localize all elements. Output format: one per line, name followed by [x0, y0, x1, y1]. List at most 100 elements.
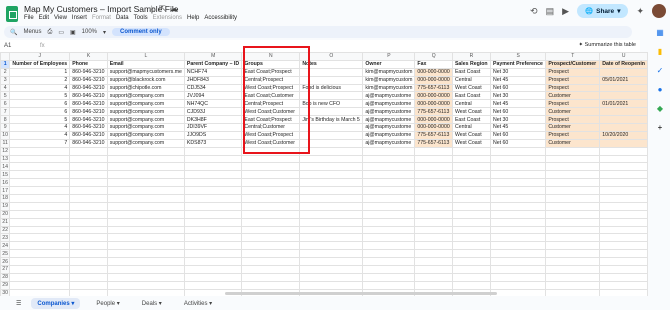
- all-sheets-icon[interactable]: ☰: [16, 300, 21, 307]
- data-cell[interactable]: aj@mapmycustome: [362, 107, 416, 117]
- data-cell[interactable]: support@company.com: [106, 115, 185, 125]
- header-cell[interactable]: Date of Reopenin: [599, 59, 648, 69]
- empty-cell[interactable]: [183, 178, 243, 188]
- data-cell[interactable]: aj@mapmycustome: [362, 99, 416, 109]
- empty-cell[interactable]: [451, 257, 492, 267]
- header-cell[interactable]: Phone: [69, 59, 108, 69]
- row-header[interactable]: 14: [0, 162, 11, 172]
- data-cell[interactable]: 4: [9, 130, 71, 140]
- empty-cell[interactable]: [241, 194, 301, 203]
- calendar-icon[interactable]: ▦: [656, 28, 664, 37]
- header-cell[interactable]: Prospect/Customer: [545, 59, 601, 69]
- data-cell[interactable]: Prospect: [545, 115, 601, 125]
- empty-cell[interactable]: [9, 225, 71, 235]
- empty-cell[interactable]: [545, 146, 601, 156]
- empty-cell[interactable]: [545, 217, 601, 227]
- empty-cell[interactable]: [414, 209, 453, 219]
- data-cell[interactable]: 000-000-0000: [414, 67, 453, 77]
- data-cell[interactable]: 000-000-0000: [414, 91, 453, 101]
- empty-cell[interactable]: [69, 272, 108, 282]
- empty-cell[interactable]: [241, 249, 301, 259]
- empty-cell[interactable]: [599, 209, 648, 219]
- data-cell[interactable]: 860-946-3210: [69, 67, 108, 77]
- grid-table[interactable]: J K L M N O P Q R S T U 1 Number of Employees Phone Ema…: [0, 52, 648, 296]
- empty-cell[interactable]: [183, 170, 243, 180]
- empty-cell[interactable]: [362, 209, 416, 219]
- empty-cell[interactable]: [9, 241, 71, 251]
- data-cell[interactable]: West Coast: [451, 107, 492, 117]
- empty-cell[interactable]: [69, 170, 108, 180]
- data-cell[interactable]: Net 60: [490, 83, 547, 93]
- meet-icon[interactable]: ▶: [562, 6, 569, 17]
- empty-cell[interactable]: [299, 162, 364, 172]
- empty-cell[interactable]: [490, 178, 547, 188]
- row-header[interactable]: 23: [0, 233, 11, 243]
- data-cell[interactable]: support@mapmycustomers.me: [106, 67, 185, 77]
- data-cell[interactable]: [599, 91, 648, 101]
- row-header[interactable]: 16: [0, 178, 11, 188]
- data-cell[interactable]: Customer: [545, 138, 601, 148]
- empty-cell[interactable]: [545, 288, 601, 296]
- empty-cell[interactable]: [9, 217, 71, 227]
- data-cell[interactable]: KDS873: [183, 138, 243, 148]
- empty-cell[interactable]: [9, 280, 71, 290]
- empty-cell[interactable]: [545, 194, 601, 203]
- empty-cell[interactable]: [599, 249, 648, 259]
- empty-cell[interactable]: [545, 249, 601, 259]
- empty-cell[interactable]: [362, 201, 416, 211]
- row-header[interactable]: 12: [0, 146, 11, 156]
- empty-cell[interactable]: [106, 201, 185, 211]
- empty-cell[interactable]: [106, 217, 185, 227]
- data-cell[interactable]: support@blackrock.com: [106, 75, 185, 85]
- data-cell[interactable]: Net 30: [490, 91, 547, 101]
- data-cell[interactable]: 5: [9, 115, 71, 125]
- row-header[interactable]: 3: [0, 75, 11, 85]
- empty-cell[interactable]: [183, 162, 243, 172]
- data-cell[interactable]: 860-946-3210: [69, 138, 108, 148]
- empty-cell[interactable]: [299, 170, 364, 180]
- empty-cell[interactable]: [490, 288, 547, 296]
- empty-cell[interactable]: [299, 241, 364, 251]
- data-cell[interactable]: NH74QC: [183, 99, 243, 109]
- row-header[interactable]: 30: [0, 288, 11, 296]
- empty-cell[interactable]: [451, 194, 492, 203]
- empty-cell[interactable]: [299, 201, 364, 211]
- data-cell[interactable]: Net 45: [490, 99, 547, 109]
- column-header-q[interactable]: Q: [414, 52, 453, 61]
- data-cell[interactable]: support@company.com: [106, 123, 185, 132]
- empty-cell[interactable]: [362, 186, 416, 196]
- empty-cell[interactable]: [362, 170, 416, 180]
- empty-cell[interactable]: [451, 217, 492, 227]
- empty-cell[interactable]: [451, 186, 492, 196]
- empty-cell[interactable]: [69, 225, 108, 235]
- data-cell[interactable]: 860-946-3210: [69, 91, 108, 101]
- header-cell[interactable]: Sales Region: [451, 59, 492, 69]
- empty-cell[interactable]: [9, 154, 71, 164]
- data-cell[interactable]: 1: [9, 67, 71, 77]
- empty-cell[interactable]: [9, 272, 71, 282]
- empty-cell[interactable]: [599, 265, 648, 274]
- data-cell[interactable]: Prospect: [545, 130, 601, 140]
- empty-cell[interactable]: [69, 209, 108, 219]
- row-header[interactable]: 13: [0, 154, 11, 164]
- empty-cell[interactable]: [545, 225, 601, 235]
- empty-cell[interactable]: [490, 146, 547, 156]
- row-header[interactable]: 24: [0, 241, 11, 251]
- row-header[interactable]: 26: [0, 257, 11, 267]
- row-header[interactable]: 25: [0, 249, 11, 259]
- empty-cell[interactable]: [183, 194, 243, 203]
- empty-cell[interactable]: [299, 265, 364, 274]
- empty-cell[interactable]: [106, 280, 185, 290]
- empty-cell[interactable]: [414, 146, 453, 156]
- empty-cell[interactable]: [414, 162, 453, 172]
- empty-cell[interactable]: [106, 209, 185, 219]
- tasks-icon[interactable]: ✓: [657, 66, 664, 75]
- menu-view[interactable]: View: [54, 15, 67, 21]
- data-cell[interactable]: Net 30: [490, 115, 547, 125]
- row-header[interactable]: 7: [0, 107, 11, 117]
- row-header[interactable]: 5: [0, 91, 11, 101]
- empty-cell[interactable]: [183, 280, 243, 290]
- data-cell[interactable]: Central: [451, 123, 492, 132]
- empty-cell[interactable]: [599, 170, 648, 180]
- empty-cell[interactable]: [69, 154, 108, 164]
